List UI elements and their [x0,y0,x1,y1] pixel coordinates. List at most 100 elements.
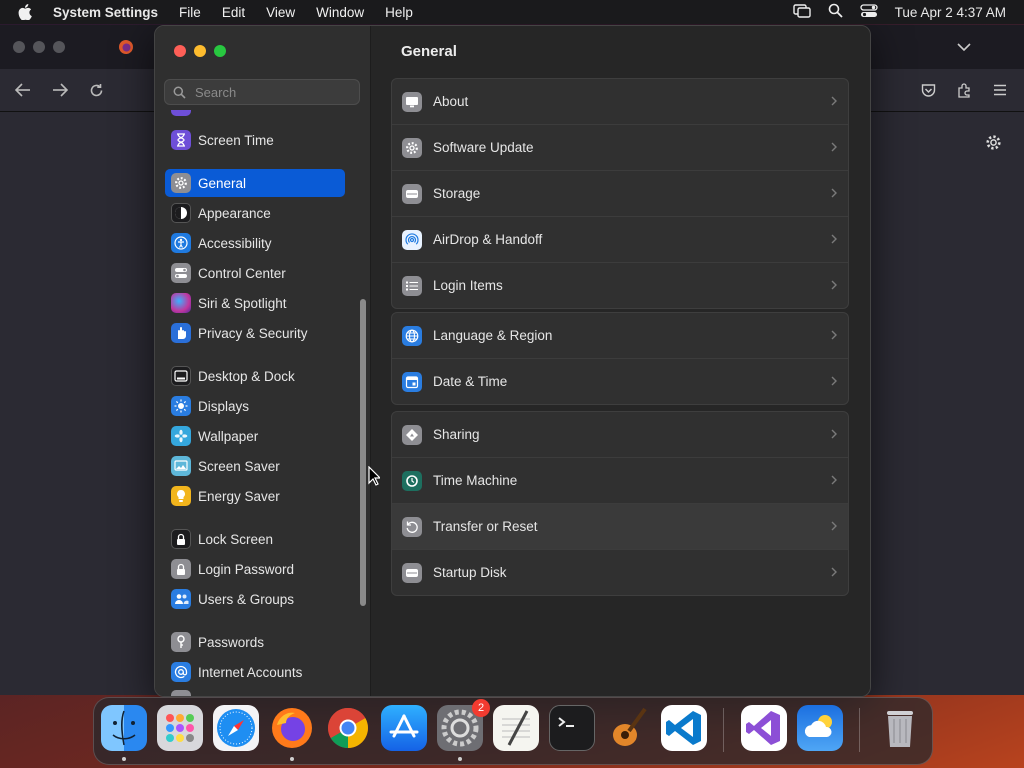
sidebar-item-screen-saver[interactable]: Screen Saver [165,452,345,480]
toggles-icon [171,263,191,283]
sidebar-item-label: Screen Time [198,132,274,148]
screen-mirroring-icon[interactable] [792,3,811,21]
dock-system-settings[interactable]: 2 [437,699,490,751]
dock-chrome[interactable] [325,705,371,751]
running-indicator [122,757,126,761]
chevron-right-icon [831,567,837,577]
settings-group-locale: Language & Region Date & Time [391,312,849,405]
browser-zoom-button[interactable] [53,41,65,53]
sidebar-item-screen-time[interactable]: Screen Time [165,126,345,154]
dock-safari[interactable] [213,705,259,751]
sidebar-search[interactable] [164,79,360,105]
row-sharing[interactable]: Sharing [392,412,848,458]
hand-icon [171,323,191,343]
lock-icon [171,529,191,549]
sidebar-item-energy-saver[interactable]: Energy Saver [165,482,345,510]
sidebar-item-accessibility[interactable]: Accessibility [165,229,345,257]
row-airdrop-handoff[interactable]: AirDrop & Handoff [392,217,848,263]
spotlight-search-icon[interactable] [828,3,843,21]
drive-icon [402,183,422,204]
row-startup-disk[interactable]: Startup Disk [392,550,848,595]
dock-terminal[interactable] [549,705,595,751]
browser-close-button[interactable] [13,41,25,53]
sidebar-item-label: Appearance [198,205,271,221]
forward-arrow-icon[interactable] [51,81,69,99]
back-arrow-icon[interactable] [14,81,32,99]
browser-minimize-button[interactable] [33,41,45,53]
row-label: Software Update [433,140,534,155]
dock-separator [859,708,860,752]
menu-view[interactable]: View [266,5,295,20]
sidebar-item-label: Accessibility [198,235,272,251]
tab-list-chevron-icon[interactable] [955,38,973,56]
dock-garageband[interactable] [605,705,651,751]
sidebar-item-wallpaper[interactable]: Wallpaper [165,422,345,450]
menu-clock[interactable]: Tue Apr 2 4:37 AM [895,5,1006,20]
hamburger-menu-icon[interactable] [991,81,1009,99]
row-language-region[interactable]: Language & Region [392,313,848,359]
firefox-tab-icon[interactable] [117,38,135,56]
row-storage[interactable]: Storage [392,171,848,217]
menu-edit[interactable]: Edit [222,5,245,20]
reload-icon[interactable] [87,81,105,99]
chevron-right-icon [831,429,837,439]
dock-finder[interactable] [101,705,147,751]
window-minimize-button[interactable] [194,45,206,57]
sidebar-item-general[interactable]: General [165,169,345,197]
dock-launchpad[interactable] [157,705,203,751]
disk-icon [402,562,422,583]
settings-content-pane: General About Software Update Storage Ai… [371,26,870,696]
row-label: Date & Time [433,374,508,389]
sidebar-item-desktop-dock[interactable]: Desktop & Dock [165,362,345,390]
menu-help[interactable]: Help [385,5,413,20]
sidebar-item-displays[interactable]: Displays [165,392,345,420]
row-transfer-reset[interactable]: Transfer or Reset [392,504,848,550]
reset-icon [402,516,422,537]
sidebar-item-label: Internet Accounts [198,664,303,680]
pocket-icon[interactable] [919,81,937,99]
extensions-icon[interactable] [955,81,973,99]
dock-weather[interactable] [797,705,843,751]
dock-vscode[interactable] [661,705,707,751]
window-close-button[interactable] [174,45,186,57]
page-settings-gear-icon[interactable] [983,132,1003,152]
sidebar-item-label: Siri & Spotlight [198,295,287,311]
sidebar-item-users-groups[interactable]: Users & Groups [165,585,345,613]
sidebar-item-appearance[interactable]: Appearance [165,199,345,227]
menu-file[interactable]: File [179,5,201,20]
row-date-time[interactable]: Date & Time [392,359,848,404]
sidebar-scrollbar[interactable] [360,299,366,606]
dock-visual-studio[interactable] [741,705,787,751]
row-label: Language & Region [433,328,553,343]
dock-firefox[interactable] [269,705,315,751]
row-time-machine[interactable]: Time Machine [392,458,848,504]
dock-separator [723,708,724,752]
row-label: Sharing [433,427,480,442]
menu-window[interactable]: Window [316,5,364,20]
sidebar-item-control-center[interactable]: Control Center [165,259,345,287]
app-name-menu[interactable]: System Settings [53,5,158,20]
chevron-right-icon [831,188,837,198]
sidebar-item-siri-spotlight[interactable]: Siri & Spotlight [165,289,345,317]
gear-badge-icon [402,137,422,158]
sidebar-item-internet-accounts[interactable]: Internet Accounts [165,658,345,686]
dock-app-store[interactable] [381,705,427,751]
control-center-icon[interactable] [860,3,878,21]
chevron-right-icon [831,280,837,290]
apple-menu-icon[interactable] [18,4,38,20]
row-about[interactable]: About [392,79,848,125]
sidebar-item-lock-screen[interactable]: Lock Screen [165,525,345,553]
sidebar-item-login-password[interactable]: Login Password [165,555,345,583]
notification-badge: 2 [472,699,490,717]
sidebar-item-label: Login Password [198,561,295,577]
dock-textedit[interactable] [493,705,539,751]
search-input[interactable] [193,83,357,101]
sidebar-item-passwords[interactable]: Passwords [165,628,345,656]
monitor-icon [402,91,422,112]
row-login-items[interactable]: Login Items [392,263,848,308]
dock-trash[interactable] [877,705,923,751]
row-software-update[interactable]: Software Update [392,125,848,171]
sidebar-item-privacy-security[interactable]: Privacy & Security [165,319,345,347]
flower-icon [171,426,191,446]
window-zoom-button[interactable] [214,45,226,57]
